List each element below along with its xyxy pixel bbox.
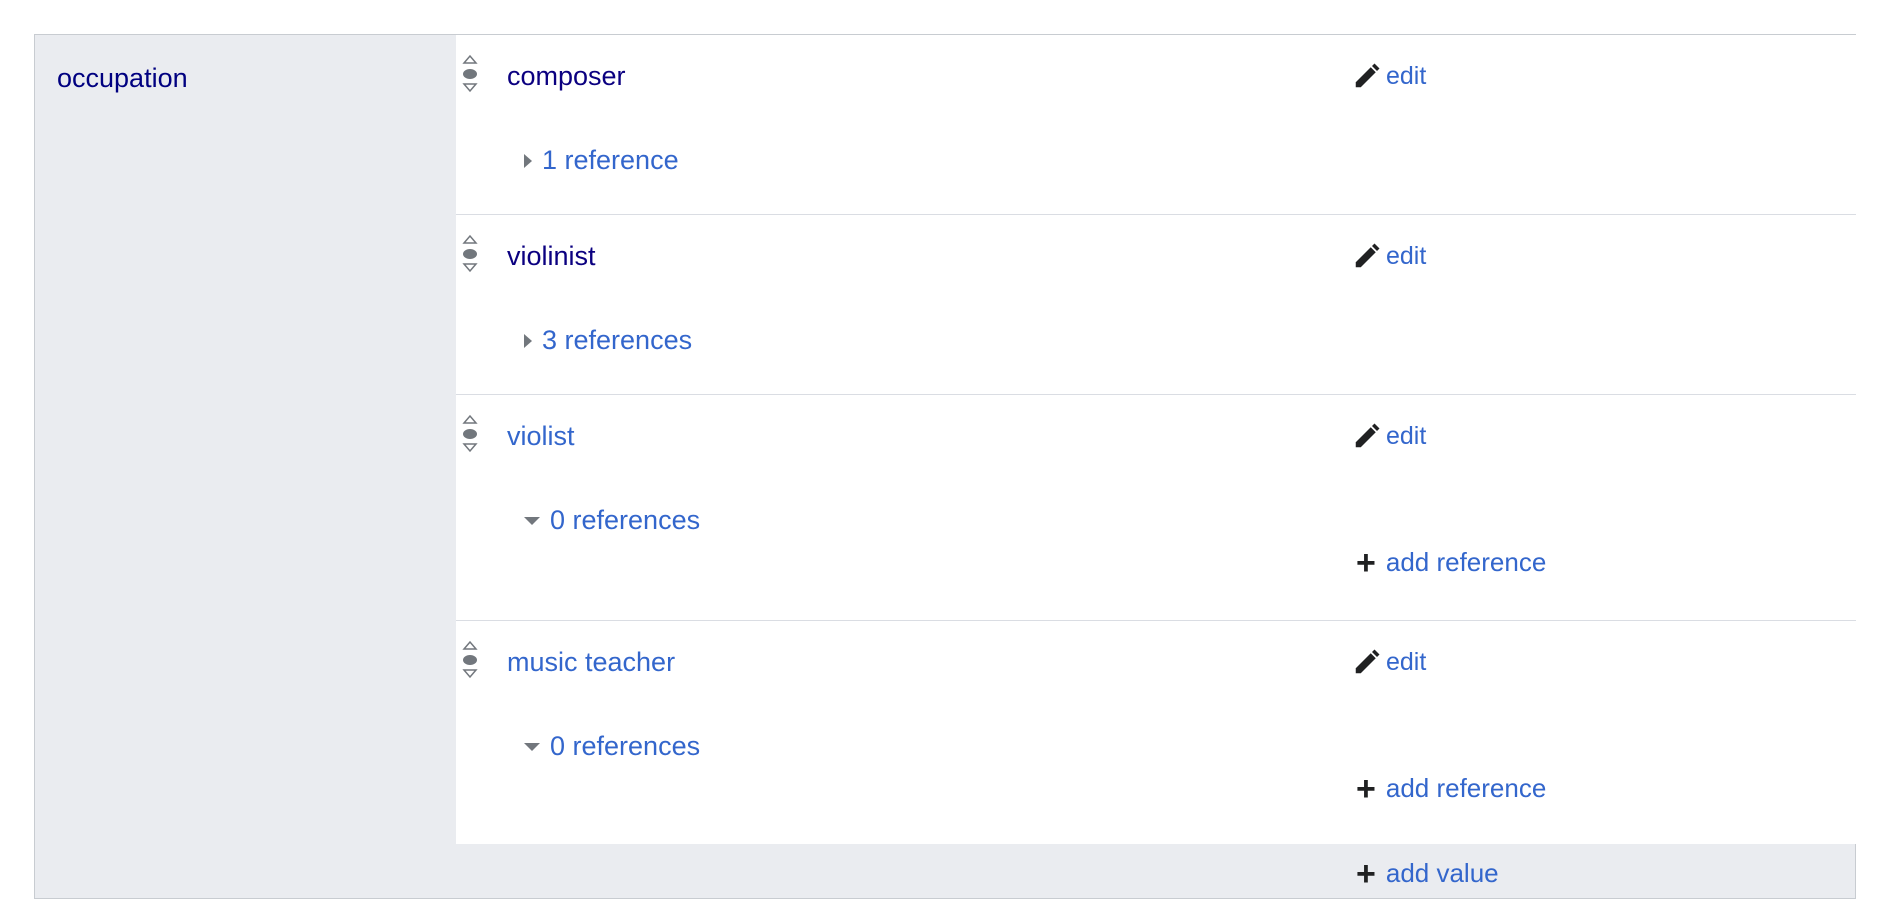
edit-label: edit [1386,61,1427,90]
references-toggle[interactable]: 0 references [524,731,700,762]
pencil-icon [1352,241,1382,271]
triangle-right-icon [524,333,532,348]
pencil-icon [1352,647,1382,677]
statement-violinist: violinist edit 3 references [456,215,1856,395]
statement-value-violinist[interactable]: violinist [507,241,596,272]
references-toggle[interactable]: 0 references [524,505,700,536]
edit-button[interactable]: edit [1352,421,1426,451]
statement-list: composer edit 1 reference violinist edit [456,35,1856,844]
references-label: 1 reference [542,145,679,175]
edit-button[interactable]: edit [1352,647,1426,677]
edit-label: edit [1386,241,1427,270]
references-label: 3 references [542,325,693,355]
statement-music-teacher: music teacher edit 0 references + add re… [456,621,1856,844]
references-toggle[interactable]: 3 references [524,325,692,356]
statement-group-occupation: occupation composer edit 1 reference vio… [34,34,1856,899]
rank-selector-icon[interactable] [461,233,479,275]
property-link-occupation[interactable]: occupation [57,63,188,94]
add-reference-label: add reference [1385,547,1547,577]
plus-icon: + [1356,854,1376,893]
triangle-down-icon [524,742,540,751]
references-label: 0 references [550,731,701,761]
statement-violist: violist edit 0 references + add referenc… [456,395,1856,621]
edit-button[interactable]: edit [1352,241,1426,271]
plus-icon: + [1356,769,1376,808]
statement-value-music-teacher[interactable]: music teacher [507,647,675,678]
edit-button[interactable]: edit [1352,61,1426,91]
triangle-right-icon [524,153,532,168]
edit-label: edit [1386,647,1427,676]
pencil-icon [1352,421,1382,451]
add-reference-button[interactable]: + add reference [1356,543,1547,582]
add-reference-label: add reference [1385,773,1547,803]
rank-selector-icon[interactable] [461,53,479,95]
statement-value-violist[interactable]: violist [507,421,575,452]
add-value-label: add value [1385,858,1499,888]
add-value-button[interactable]: + add value [1356,854,1499,893]
statement-value-composer[interactable]: composer [507,61,626,92]
rank-selector-icon[interactable] [461,639,479,681]
references-label: 0 references [550,505,701,535]
references-toggle[interactable]: 1 reference [524,145,679,176]
plus-icon: + [1356,543,1376,582]
statement-composer: composer edit 1 reference [456,35,1856,215]
edit-label: edit [1386,421,1427,450]
pencil-icon [1352,61,1382,91]
triangle-down-icon [524,516,540,525]
add-reference-button[interactable]: + add reference [1356,769,1547,808]
rank-selector-icon[interactable] [461,413,479,455]
